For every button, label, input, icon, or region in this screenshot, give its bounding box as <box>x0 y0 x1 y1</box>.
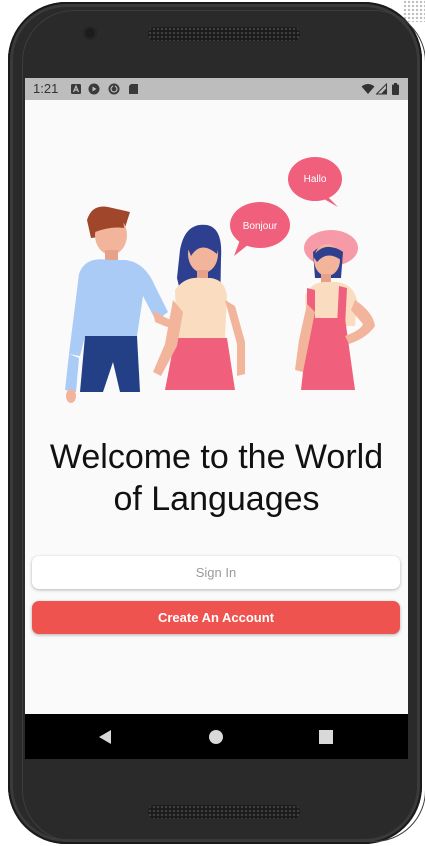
cell-signal-icon <box>376 83 387 95</box>
status-time: 1:21 <box>33 81 59 96</box>
sign-in-label: Sign In <box>195 565 237 580</box>
sync-icon <box>108 83 120 95</box>
woman-middle-figure <box>153 224 245 390</box>
speech-bubble-hallo: Hallo <box>288 157 342 207</box>
play-store-icon <box>88 83 100 95</box>
top-speaker-grille <box>148 27 300 41</box>
bottom-speaker-grille <box>148 805 300 819</box>
back-triangle-icon[interactable] <box>95 727 115 747</box>
navigation-bar <box>25 714 408 759</box>
create-account-label: Create An Account <box>157 610 275 625</box>
recents-square-icon[interactable] <box>316 727 336 747</box>
battery-icon <box>392 83 399 95</box>
sign-in-button[interactable]: Sign In <box>32 556 400 589</box>
device-screen: 1:21 Hallo Bonjour Welcome to the World … <box>25 78 408 759</box>
sd-card-icon <box>129 84 138 94</box>
welcome-heading: Welcome to the World of Languages <box>25 436 408 520</box>
bubble-hallo-text: Hallo <box>304 174 327 185</box>
bubble-bonjour-text: Bonjour <box>243 221 278 232</box>
status-bar: 1:21 <box>25 78 408 100</box>
front-camera <box>83 26 97 40</box>
a-badge-icon <box>71 84 81 94</box>
corner-dots-decoration <box>403 0 425 22</box>
welcome-line-1: Welcome to the World <box>49 438 384 476</box>
home-circle-icon[interactable] <box>206 727 226 747</box>
welcome-line-2: of Languages <box>113 480 320 518</box>
speech-bubble-bonjour: Bonjour <box>230 202 290 256</box>
create-account-button[interactable]: Create An Account <box>32 601 400 634</box>
people-conversation-illustration: Hallo Bonjour <box>65 157 375 403</box>
woman-hat-figure <box>295 230 375 390</box>
wifi-icon <box>361 84 375 94</box>
